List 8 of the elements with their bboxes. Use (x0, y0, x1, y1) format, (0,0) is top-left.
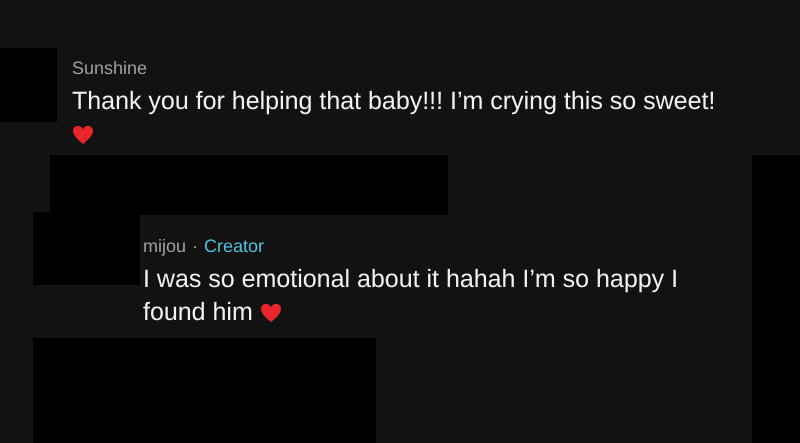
creator-label: Creator (204, 236, 264, 257)
comment-author[interactable]: mijou (143, 236, 186, 257)
heart-icon (72, 125, 94, 145)
comment-text: I was so emotional about it hahah I’m so happy I found him (143, 264, 680, 328)
comment-text: Thank you for helping that baby!!! I’m crying this so sweet! (72, 85, 732, 151)
separator-dot: · (192, 236, 198, 257)
comment-author[interactable]: Sunshine (72, 58, 148, 79)
heart-icon (260, 303, 282, 323)
